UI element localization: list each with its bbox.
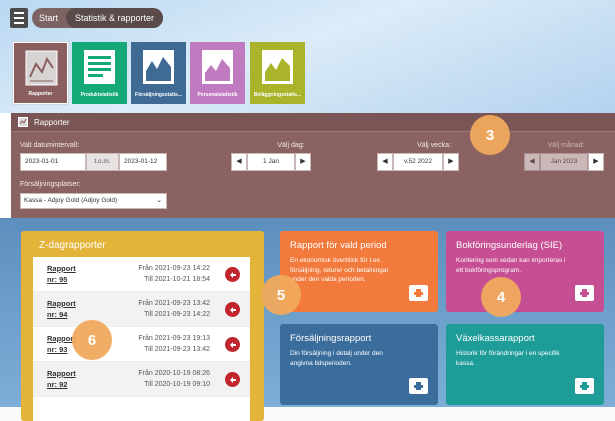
tile-label: Produktstatistik: [80, 92, 119, 98]
week-prev-button[interactable]: ◀: [377, 153, 393, 171]
open-report-icon[interactable]: [225, 372, 240, 387]
report-link[interactable]: Rapport nr: 95: [47, 263, 76, 285]
panel-header: Rapporter: [11, 113, 615, 132]
sales-point-value: Kassa - Adjoy Gold (Adjoy Gold): [24, 197, 118, 204]
list-item: Rapport nr: 93 Från 2021-09-23 19:13 Till …: [33, 327, 250, 362]
zdag-panel: Z-dagrapporter Rapport nr: 95 Från 2021-0…: [21, 231, 264, 421]
sales-chart-icon: [142, 49, 175, 85]
tile-belaggningsstatistik[interactable]: Beläggningsstatis...: [250, 42, 305, 104]
chevron-down-icon: ⌄: [156, 197, 162, 204]
breadcrumb: Start Statistik & rapporter: [32, 8, 164, 28]
tile-personalstatistik[interactable]: Personalstatistik: [190, 42, 245, 104]
marker-4: 4: [481, 277, 521, 317]
week-next-button[interactable]: ▶: [443, 153, 459, 171]
marker-3: 3: [470, 115, 510, 155]
breadcrumb-current: Statistik & rapporter: [66, 8, 164, 28]
print-icon[interactable]: [575, 378, 594, 394]
week-label: Välj vecka:: [417, 142, 451, 149]
date-from-input[interactable]: 2023-01-01: [20, 153, 86, 171]
month-label: Välj månad:: [547, 142, 585, 149]
card-description: Din försäljning i detalj under den angiv…: [290, 350, 383, 367]
month-value: Jan 2023: [540, 153, 588, 171]
card-description: Historik för förändringar i en specifik …: [456, 350, 560, 367]
report-chart-icon: [25, 50, 58, 86]
marker-5: 5: [261, 275, 301, 315]
month-prev-button[interactable]: ◀: [524, 153, 540, 171]
zdag-list: Rapport nr: 95 Från 2021-09-23 14:22 Till …: [33, 257, 250, 421]
print-icon[interactable]: [409, 378, 428, 394]
report-dates: Från 2021-09-23 14:22 Till 2021-10-21 18:…: [138, 265, 210, 283]
card-sales-report[interactable]: Försäljningsrapport Din försäljning i de…: [280, 324, 438, 405]
month-next-button[interactable]: ▶: [588, 153, 604, 171]
tile-rapporter[interactable]: Rapporter: [12, 41, 69, 105]
card-title: Rapport för vald period: [290, 240, 387, 251]
list-item: Rapport nr: 94 Från 2021-09-23 13:42 Till …: [33, 292, 250, 327]
report-link[interactable]: Rapport nr: 94: [47, 298, 76, 320]
list-item: Rapport nr: 92 Från 2020-10-19 08:26 Till …: [33, 362, 250, 397]
week-value: v.52 2022: [393, 153, 443, 171]
tom-label: t.o.m.: [86, 153, 119, 171]
date-to-input[interactable]: 2023-01-12: [119, 153, 167, 171]
product-list-icon: [83, 49, 116, 85]
card-title: Växelkassarapport: [456, 333, 535, 344]
open-report-icon[interactable]: [225, 267, 240, 282]
report-dates: Från 2021-09-23 19:13 Till 2021-09-23 13:…: [138, 335, 210, 353]
day-prev-button[interactable]: ◀: [231, 153, 247, 171]
list-item: Rapport nr: 95 Från 2021-09-23 14:22 Till …: [33, 257, 250, 292]
hamburger-menu-icon[interactable]: [10, 8, 28, 28]
tile-label: Försäljningsstatis...: [135, 92, 182, 98]
zdag-title: Z-dagrapporter: [39, 240, 106, 251]
card-description: En ekonomisk överblick för t.ex. försälj…: [290, 257, 389, 283]
open-report-icon[interactable]: [225, 302, 240, 317]
day-next-button[interactable]: ▶: [295, 153, 311, 171]
panel-title: Rapporter: [34, 117, 70, 127]
print-icon[interactable]: [409, 285, 428, 301]
tile-label: Personalstatistik: [197, 92, 238, 98]
day-value: 1 Jan: [247, 153, 295, 171]
breadcrumb-start[interactable]: Start: [32, 13, 66, 23]
rapporter-panel: Rapporter Valt datumintervall: 2023-01-0…: [11, 113, 615, 218]
staff-chart-icon: [201, 49, 234, 85]
report-link[interactable]: Rapport nr: 92: [47, 368, 76, 390]
card-cash-drawer-report[interactable]: Växelkassarapport Historik för förändrin…: [446, 324, 604, 405]
sales-points-label: Försäljningsplatser:: [20, 181, 81, 188]
day-label: Välj dag:: [277, 142, 305, 149]
report-dates: Från 2020-10-19 08:26 Till 2020-10-19 09:…: [138, 370, 210, 388]
report-icon: [18, 117, 28, 127]
tile-forsaljningsstatistik[interactable]: Försäljningsstatis...: [131, 42, 186, 104]
report-dates: Från 2021-09-23 13:42 Till 2021-09-23 14:…: [138, 300, 210, 318]
print-icon[interactable]: [575, 285, 594, 301]
sales-point-select[interactable]: Kassa - Adjoy Gold (Adjoy Gold) ⌄: [20, 193, 167, 209]
marker-6: 6: [72, 320, 112, 360]
open-report-icon[interactable]: [225, 337, 240, 352]
tile-produktstatistik[interactable]: Produktstatistik: [72, 42, 127, 104]
card-title: Försäljningsrapport: [290, 333, 372, 344]
tile-label: Rapporter: [28, 91, 53, 97]
tile-label: Beläggningsstatis...: [253, 92, 302, 98]
date-interval-label: Valt datumintervall:: [20, 142, 80, 149]
card-sie-export[interactable]: Bokföringsunderlag (SIE) Kontering som s…: [446, 231, 604, 312]
occupancy-chart-icon: [261, 49, 294, 85]
card-description: Kontering som sedan kan importeras i ett…: [456, 257, 566, 274]
card-title: Bokföringsunderlag (SIE): [456, 240, 563, 251]
card-period-report[interactable]: Rapport för vald period En ekonomisk öve…: [280, 231, 438, 312]
